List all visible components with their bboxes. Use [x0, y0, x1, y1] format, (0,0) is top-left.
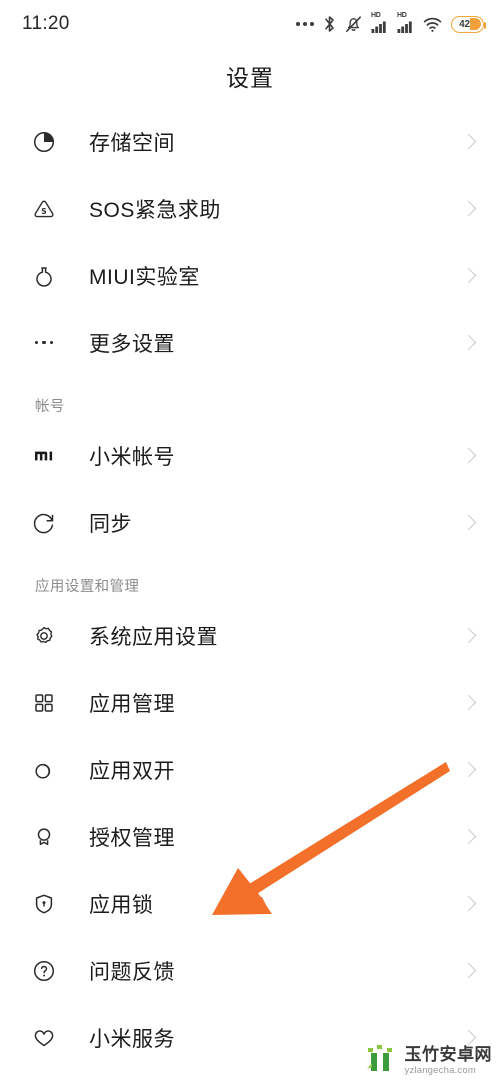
status-bar-icons: HD HD 42: [296, 12, 486, 34]
list-item-label: MIUI实验室: [89, 265, 200, 289]
list-item-mi-account[interactable]: 小米帐号: [0, 422, 500, 489]
list-item-dual-apps[interactable]: 应用双开: [0, 736, 500, 803]
hd-signal-icon-1: HD: [371, 12, 388, 34]
watermark-logo-icon: [366, 1043, 400, 1078]
list-item-sos[interactable]: S SOS紧急求助: [0, 175, 500, 242]
chevron-right-icon: [460, 828, 477, 845]
bluetooth-icon: [323, 15, 336, 33]
heart-icon: [27, 1021, 61, 1055]
list-item-label: 应用锁: [89, 893, 154, 917]
watermark-cn-label: 玉竹安卓网: [404, 1044, 492, 1064]
page-title-bar: 设置: [0, 48, 500, 104]
list-item-app-manage[interactable]: 应用管理: [0, 669, 500, 736]
list-item-sync[interactable]: 同步: [0, 489, 500, 556]
watermark-text: 玉竹安卓网 yzlangecha.com: [405, 1046, 493, 1076]
sync-icon: [27, 506, 61, 540]
status-bar: 11:20 HD HD 42: [0, 0, 500, 48]
list-item-authorization-manage[interactable]: 授权管理: [0, 803, 500, 870]
list-item-label: SOS紧急求助: [89, 198, 221, 222]
hd-label-1: HD: [371, 12, 381, 19]
shield-lock-icon: [27, 887, 61, 921]
more-dots-icon: [296, 22, 314, 26]
list-item-label: 系统应用设置: [89, 625, 218, 649]
svg-text:S: S: [41, 207, 46, 216]
chevron-right-icon: [460, 267, 477, 284]
chevron-right-icon: [460, 694, 477, 711]
chevron-right-icon: [460, 334, 477, 351]
mi-logo-icon: [27, 439, 61, 473]
storage-pie-icon: [27, 125, 61, 159]
watermark-en-label: yzlangecha.com: [404, 1064, 476, 1076]
medal-icon: [27, 820, 61, 854]
list-item-label: 小米帐号: [89, 445, 175, 469]
list-item-miui-lab[interactable]: MIUI实验室: [0, 242, 500, 309]
section-header-label: 帐号: [35, 399, 65, 415]
chevron-right-icon: [460, 895, 477, 912]
list-item-app-lock[interactable]: 应用锁: [0, 870, 500, 937]
list-item-label: 更多设置: [89, 332, 175, 356]
battery-icon: 42: [451, 15, 486, 33]
status-bar-clock: 11:20: [22, 13, 70, 34]
list-item-label: 应用管理: [89, 692, 175, 716]
hd-signal-icon-2: HD: [397, 12, 414, 34]
section-header-app-management: 应用设置和管理: [0, 556, 500, 602]
list-item-system-app-settings[interactable]: 系统应用设置: [0, 602, 500, 669]
page-title: 设置: [226, 65, 274, 91]
chevron-right-icon: [460, 627, 477, 644]
mute-bell-icon: [345, 15, 362, 33]
list-item-label: 应用双开: [89, 759, 175, 783]
more-ellipsis-icon: [27, 326, 61, 360]
chevron-right-icon: [460, 133, 477, 150]
settings-list: 存储空间 S SOS紧急求助 MIUI实验室 更多设置 帐号 小米帐号 同步 应…: [0, 104, 500, 1071]
list-item-more-settings[interactable]: 更多设置: [0, 309, 500, 376]
section-header-account: 帐号: [0, 376, 500, 422]
list-item-feedback[interactable]: 问题反馈: [0, 937, 500, 1004]
list-item-label: 授权管理: [89, 826, 175, 850]
chevron-right-icon: [460, 761, 477, 778]
watermark: 玉竹安卓网 yzlangecha.com: [366, 1043, 493, 1078]
question-circle-icon: [27, 954, 61, 988]
hd-label-2: HD: [397, 12, 407, 19]
app-grid-icon: [27, 686, 61, 720]
list-item-label: 同步: [89, 512, 132, 536]
settings-screen: 11:20 HD HD 42 设置 存储空间 S SOS紧急求助 MIUI实验室…: [0, 0, 500, 1084]
chevron-right-icon: [460, 514, 477, 531]
chevron-right-icon: [460, 962, 477, 979]
sos-triangle-icon: S: [27, 192, 61, 226]
section-header-label: 应用设置和管理: [35, 579, 140, 595]
lab-flask-icon: [27, 259, 61, 293]
list-item-label: 问题反馈: [89, 960, 175, 984]
chevron-right-icon: [460, 200, 477, 217]
list-item-storage[interactable]: 存储空间: [0, 108, 500, 175]
gear-icon: [27, 619, 61, 653]
wifi-icon: [423, 15, 442, 33]
dual-app-icon: [27, 753, 61, 787]
battery-percent-label: 42: [459, 18, 470, 30]
list-item-label: 存储空间: [89, 131, 175, 155]
chevron-right-icon: [460, 447, 477, 464]
